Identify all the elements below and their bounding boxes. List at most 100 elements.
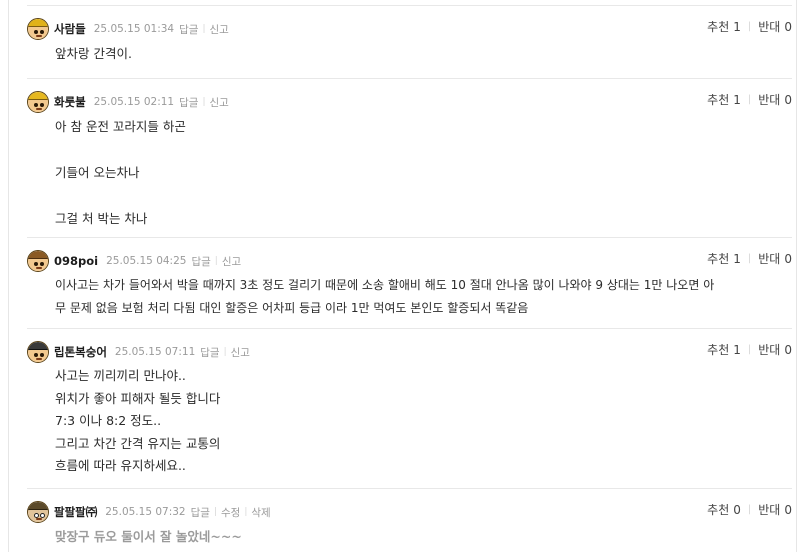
upvote-label: 추천 [707,20,730,34]
comment-author[interactable]: 립톤복숭어 [54,344,107,360]
report-link[interactable]: 신고 [209,22,228,37]
upvote-count: 1 [733,92,741,107]
upvote-label: 추천 [707,343,730,357]
divider: | [202,24,206,34]
divider: | [214,256,218,266]
comment-body: 맞장구 듀오 둘이서 잘 놀았네~~~ [55,525,785,548]
comment-author[interactable]: 사람들 [54,21,86,37]
comment-author[interactable]: 098poi [54,254,98,268]
upvote-button[interactable]: 추천 0 [707,501,741,518]
downvote-count: 0 [784,342,792,357]
vote-box: 추천 1 | 반대 0 [707,341,792,358]
reply-link[interactable]: 답글 [179,95,198,110]
downvote-label: 반대 [758,343,781,357]
comment-author[interactable]: 팔팔팔㈜ [54,504,97,520]
downvote-label: 반대 [758,20,781,34]
report-link[interactable]: 신고 [222,254,241,269]
divider: | [202,97,206,107]
divider: | [213,507,217,517]
downvote-button[interactable]: 반대 0 [758,250,792,267]
edit-link[interactable]: 수정 [221,505,240,520]
downvote-button[interactable]: 반대 0 [758,91,792,108]
comment-item: 화룻불 25.05.15 02:11 답글 | 신고 추천 1 | 반대 0 아… [27,78,792,237]
upvote-count: 1 [733,19,741,34]
comment-date: 25.05.15 01:34 [93,23,175,35]
comment-date: 25.05.15 04:25 [106,255,187,267]
comment-date: 25.05.15 02:11 [93,96,175,108]
comment-line: 그걸 처 박는 차나 [55,211,148,226]
comment-body: 이사고는 차가 들어와서 박을 때까지 3초 정도 걸리기 때문에 소송 할애비… [55,274,785,320]
upvote-count: 1 [733,251,741,266]
comment-header: 팔팔팔㈜ 25.05.15 07:32 답글 | 수정 | 삭제 [27,500,271,524]
comment-list: 사람들 25.05.15 01:34 답글 | 신고 추천 1 | 반대 0 앞… [8,0,797,552]
comment-line [55,184,785,207]
reply-link[interactable]: 답글 [200,345,219,360]
divider: | [747,94,752,105]
vote-box: 추천 1 | 반대 0 [707,250,792,267]
comment-item: 사람들 25.05.15 01:34 답글 | 신고 추천 1 | 반대 0 앞… [27,5,792,78]
comment-item: 098poi 25.05.15 04:25 답글 | 신고 추천 1 | 반대 … [27,237,792,328]
brown-cap-icon[interactable] [27,250,49,272]
comment-header: 사람들 25.05.15 01:34 답글 | 신고 [27,17,229,41]
comment-line: 그리고 차간 간격 유지는 교통의 [55,435,221,451]
comment-line [55,138,785,161]
comment-item: 립톤복숭어 25.05.15 07:11 답글 | 신고 추천 1 | 반대 0… [27,328,792,488]
downvote-button[interactable]: 반대 0 [758,18,792,35]
upvote-label: 추천 [707,93,730,107]
downvote-label: 반대 [758,93,781,107]
upvote-count: 0 [733,502,741,517]
comment-header: 립톤복숭어 25.05.15 07:11 답글 | 신고 [27,340,250,364]
upvote-label: 추천 [707,252,730,266]
comment-date: 25.05.15 07:11 [114,346,196,358]
comment-line: 맞장구 듀오 둘이서 잘 놀았네~~~ [55,529,242,544]
downvote-button[interactable]: 반대 0 [758,341,792,358]
divider: | [244,507,248,517]
comment-header: 098poi 25.05.15 04:25 답글 | 신고 [27,249,241,273]
report-link[interactable]: 신고 [209,95,228,110]
divider: | [747,344,752,355]
downvote-label: 반대 [758,503,781,517]
comment-header: 화룻불 25.05.15 02:11 답글 | 신고 [27,90,229,114]
comment-line: 위치가 좋아 피해자 될듯 합니다 [55,390,221,406]
vote-box: 추천 0 | 반대 0 [707,501,792,518]
reply-link[interactable]: 답글 [191,254,210,269]
comment-line: 사고는 끼리끼리 만나야.. [55,368,186,383]
delete-link[interactable]: 삭제 [251,505,270,520]
reply-link[interactable]: 답글 [179,22,198,37]
upvote-button[interactable]: 추천 1 [707,18,741,35]
comment-meta: 25.05.15 07:32 답글 | 수정 | 삭제 [105,505,270,520]
upvote-button[interactable]: 추천 1 [707,91,741,108]
yellow-helmet-icon[interactable] [27,18,49,40]
comment-line: 무 문제 없음 보험 처리 다됨 대인 할증은 어차피 등급 이라 1만 먹여도… [55,301,529,315]
comment-line: 7:3 이나 8:2 정도.. [55,413,162,428]
downvote-label: 반대 [758,252,781,266]
glasses-face-icon[interactable] [27,501,49,523]
comment-author[interactable]: 화룻불 [54,94,86,110]
upvote-label: 추천 [707,503,730,517]
report-link[interactable]: 신고 [231,345,250,360]
dark-helmet-icon[interactable] [27,341,49,363]
divider: | [747,21,752,32]
reply-link[interactable]: 답글 [191,505,210,520]
comment-meta: 25.05.15 07:11 답글 | 신고 [115,345,250,360]
yellow-helmet-icon[interactable] [27,91,49,113]
comment-item: 팔팔팔㈜ 25.05.15 07:32 답글 | 수정 | 삭제 추천 0 | … [27,488,792,552]
comment-body: 앞차랑 간격이. [55,42,785,65]
vote-box: 추천 1 | 반대 0 [707,91,792,108]
comment-meta: 25.05.15 04:25 답글 | 신고 [106,254,241,269]
comment-body: 아 참 운전 꼬라지들 하곤 기들어 오는차나 그걸 처 박는 차나 [55,115,785,230]
downvote-count: 0 [784,502,792,517]
divider: | [223,347,227,357]
downvote-count: 0 [784,251,792,266]
vote-box: 추천 1 | 반대 0 [707,18,792,35]
comment-meta: 25.05.15 02:11 답글 | 신고 [94,95,229,110]
comment-line: 아 참 운전 꼬라지들 하곤 [55,119,186,134]
upvote-count: 1 [733,342,741,357]
upvote-button[interactable]: 추천 1 [707,250,741,267]
divider: | [747,253,752,264]
upvote-button[interactable]: 추천 1 [707,341,741,358]
downvote-button[interactable]: 반대 0 [758,501,792,518]
comment-line: 흐름에 따라 유지하세요.. [55,458,186,473]
comment-line: 앞차랑 간격이. [55,46,132,61]
divider: | [747,504,752,515]
